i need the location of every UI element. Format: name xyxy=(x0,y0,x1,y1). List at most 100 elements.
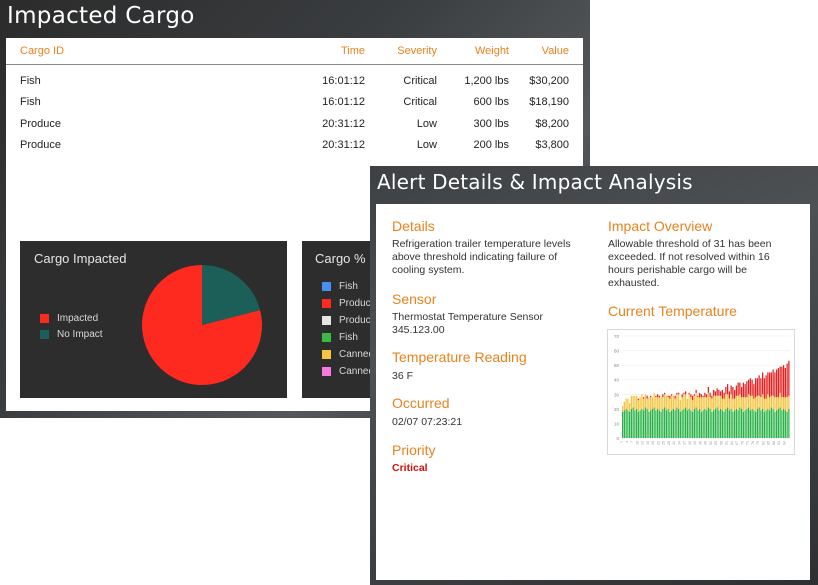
temp-bar-segment xyxy=(699,408,701,438)
sensor-id: 345.123.00 xyxy=(392,324,445,336)
temp-bar-segment xyxy=(772,395,774,409)
temp-bar-segment xyxy=(678,394,680,409)
temp-bar-segment xyxy=(779,392,781,408)
temp-bar-segment xyxy=(788,408,790,438)
temp-bar-segment xyxy=(769,410,771,438)
x-tick-label: 91 xyxy=(777,441,781,445)
temp-bar-segment xyxy=(655,397,657,411)
temp-bar-segment xyxy=(662,408,664,438)
temp-bar-segment xyxy=(695,407,697,438)
legend-item[interactable]: Fish xyxy=(322,279,358,293)
temp-bar-segment xyxy=(737,382,739,396)
temp-bar-segment xyxy=(697,410,699,438)
temp-bar-segment xyxy=(692,400,694,412)
sensor-text: Thermostat Temperature Sensor 345.123.00 xyxy=(392,311,592,337)
header-cargo-id[interactable]: Cargo ID xyxy=(6,38,270,65)
cell-cargo-id: Produce xyxy=(20,139,61,152)
legend-item[interactable]: Canned xyxy=(322,347,374,361)
temp-bar-segment xyxy=(660,397,662,412)
cell-weight: 200 lbs xyxy=(473,139,509,152)
table-row[interactable]: Fish 16:01:12 Critical 1,200 lbs $30,200 xyxy=(6,70,583,92)
occurred-heading: Occurred xyxy=(392,395,450,411)
legend-item-impacted[interactable]: Impacted xyxy=(40,311,98,325)
temp-bar-segment xyxy=(720,391,722,396)
temp-bar-segment xyxy=(681,410,683,438)
temp-bar-segment xyxy=(776,369,778,398)
legend-item[interactable]: Fish xyxy=(322,330,358,344)
legend-item[interactable]: Produce xyxy=(322,296,376,310)
temp-bar-segment xyxy=(714,395,717,409)
table-row[interactable]: Fish 16:01:12 Critical 600 lbs $18,190 xyxy=(6,92,583,114)
x-tick-label: 55 xyxy=(714,441,718,445)
cell-value: $30,200 xyxy=(529,74,569,87)
temp-bar-segment xyxy=(788,395,790,409)
temp-bar-segment xyxy=(732,398,734,412)
table-row[interactable]: Produce 20:31:12 Low 200 lbs $3,800 xyxy=(6,135,583,157)
details-text: Refrigeration trailer temperature levels… xyxy=(392,238,571,276)
impact-text: Allowable threshold of 31 has been excee… xyxy=(608,238,772,289)
y-tick-label: 30 xyxy=(614,392,620,397)
temperature-chart[interactable]: 0 10 20 30 40 50 60 70 1 4 7 10 13 16 19 22 25 28 31 34 37 40… xyxy=(607,329,795,455)
header-time[interactable]: Time xyxy=(270,38,365,65)
temp-bar-segment xyxy=(723,392,725,399)
temp-bar-segment xyxy=(707,407,710,438)
temp-bar-segment xyxy=(669,411,671,438)
temp-bar-segment xyxy=(688,392,690,395)
temp-bar-segment xyxy=(762,408,764,438)
temp-bar-segment xyxy=(767,372,769,395)
temp-bar-segment xyxy=(683,394,685,409)
temp-bar-segment xyxy=(702,410,704,438)
temp-bar-segment xyxy=(672,395,675,409)
x-tick-label: 43 xyxy=(693,441,697,445)
cargo-impacted-pie[interactable] xyxy=(140,263,266,389)
temp-bar-segment xyxy=(700,411,703,438)
temp-bar-segment xyxy=(650,397,652,411)
temp-bar-segment xyxy=(723,398,725,412)
alert-details-window: Alert Details & Impact Analysis Details … xyxy=(370,166,818,585)
temp-bar-segment xyxy=(711,411,713,438)
temp-bar-segment xyxy=(744,410,746,438)
legend-swatch xyxy=(322,349,331,359)
temp-bar-segment xyxy=(664,394,666,408)
current-temp-heading: Current Temperature xyxy=(608,303,737,319)
temp-bar-segment xyxy=(681,397,683,411)
x-tick-label: 16 xyxy=(646,441,650,445)
legend-label: Canned xyxy=(339,365,375,377)
table-row[interactable]: Produce 20:31:12 Low 300 lbs $8,200 xyxy=(6,113,583,135)
temp-bar-segment xyxy=(784,397,787,411)
x-tick-label: 70 xyxy=(740,441,744,445)
temp-bar-segment xyxy=(762,372,764,395)
header-weight[interactable]: Weight xyxy=(437,38,509,65)
temp-bar-segment xyxy=(637,398,640,401)
temp-bar-segment xyxy=(643,398,645,411)
legend-item[interactable]: Canned xyxy=(322,364,374,378)
cell-weight: 300 lbs xyxy=(473,117,509,130)
x-tick-label: 61 xyxy=(725,441,729,445)
legend-swatch xyxy=(40,329,49,339)
temp-bar-segment xyxy=(720,395,722,409)
temp-bar-segment xyxy=(755,411,757,438)
legend-item-no-impact[interactable]: No Impact xyxy=(40,327,103,341)
temp-bar-segment xyxy=(744,397,746,411)
header-value[interactable]: Value xyxy=(509,38,583,65)
x-tick-label: 25 xyxy=(662,441,666,445)
temp-bar-segment xyxy=(760,378,762,398)
legend-item[interactable]: Produce xyxy=(322,313,376,327)
temp-bar-segment xyxy=(713,395,715,411)
temp-bar-segment xyxy=(671,395,673,411)
temp-bar-segment xyxy=(742,411,745,438)
legend-label: Fish xyxy=(339,280,358,292)
header-severity[interactable]: Severity xyxy=(365,38,437,65)
temp-bar-segment xyxy=(746,397,748,409)
temp-bar-segment xyxy=(776,397,778,411)
temp-bar-segment xyxy=(655,395,657,398)
temp-bar-segment xyxy=(671,410,673,438)
temp-bar-segment xyxy=(648,411,650,438)
temp-bar-segment xyxy=(728,391,731,399)
temp-bar-segment xyxy=(762,394,764,409)
temp-bar-segment xyxy=(676,407,678,438)
cargo-table: Cargo ID Time Severity Weight Value Fish… xyxy=(6,38,583,156)
x-tick-label: 52 xyxy=(709,441,713,445)
temp-bar-segment xyxy=(646,408,648,438)
temp-bar-segment xyxy=(732,387,734,399)
